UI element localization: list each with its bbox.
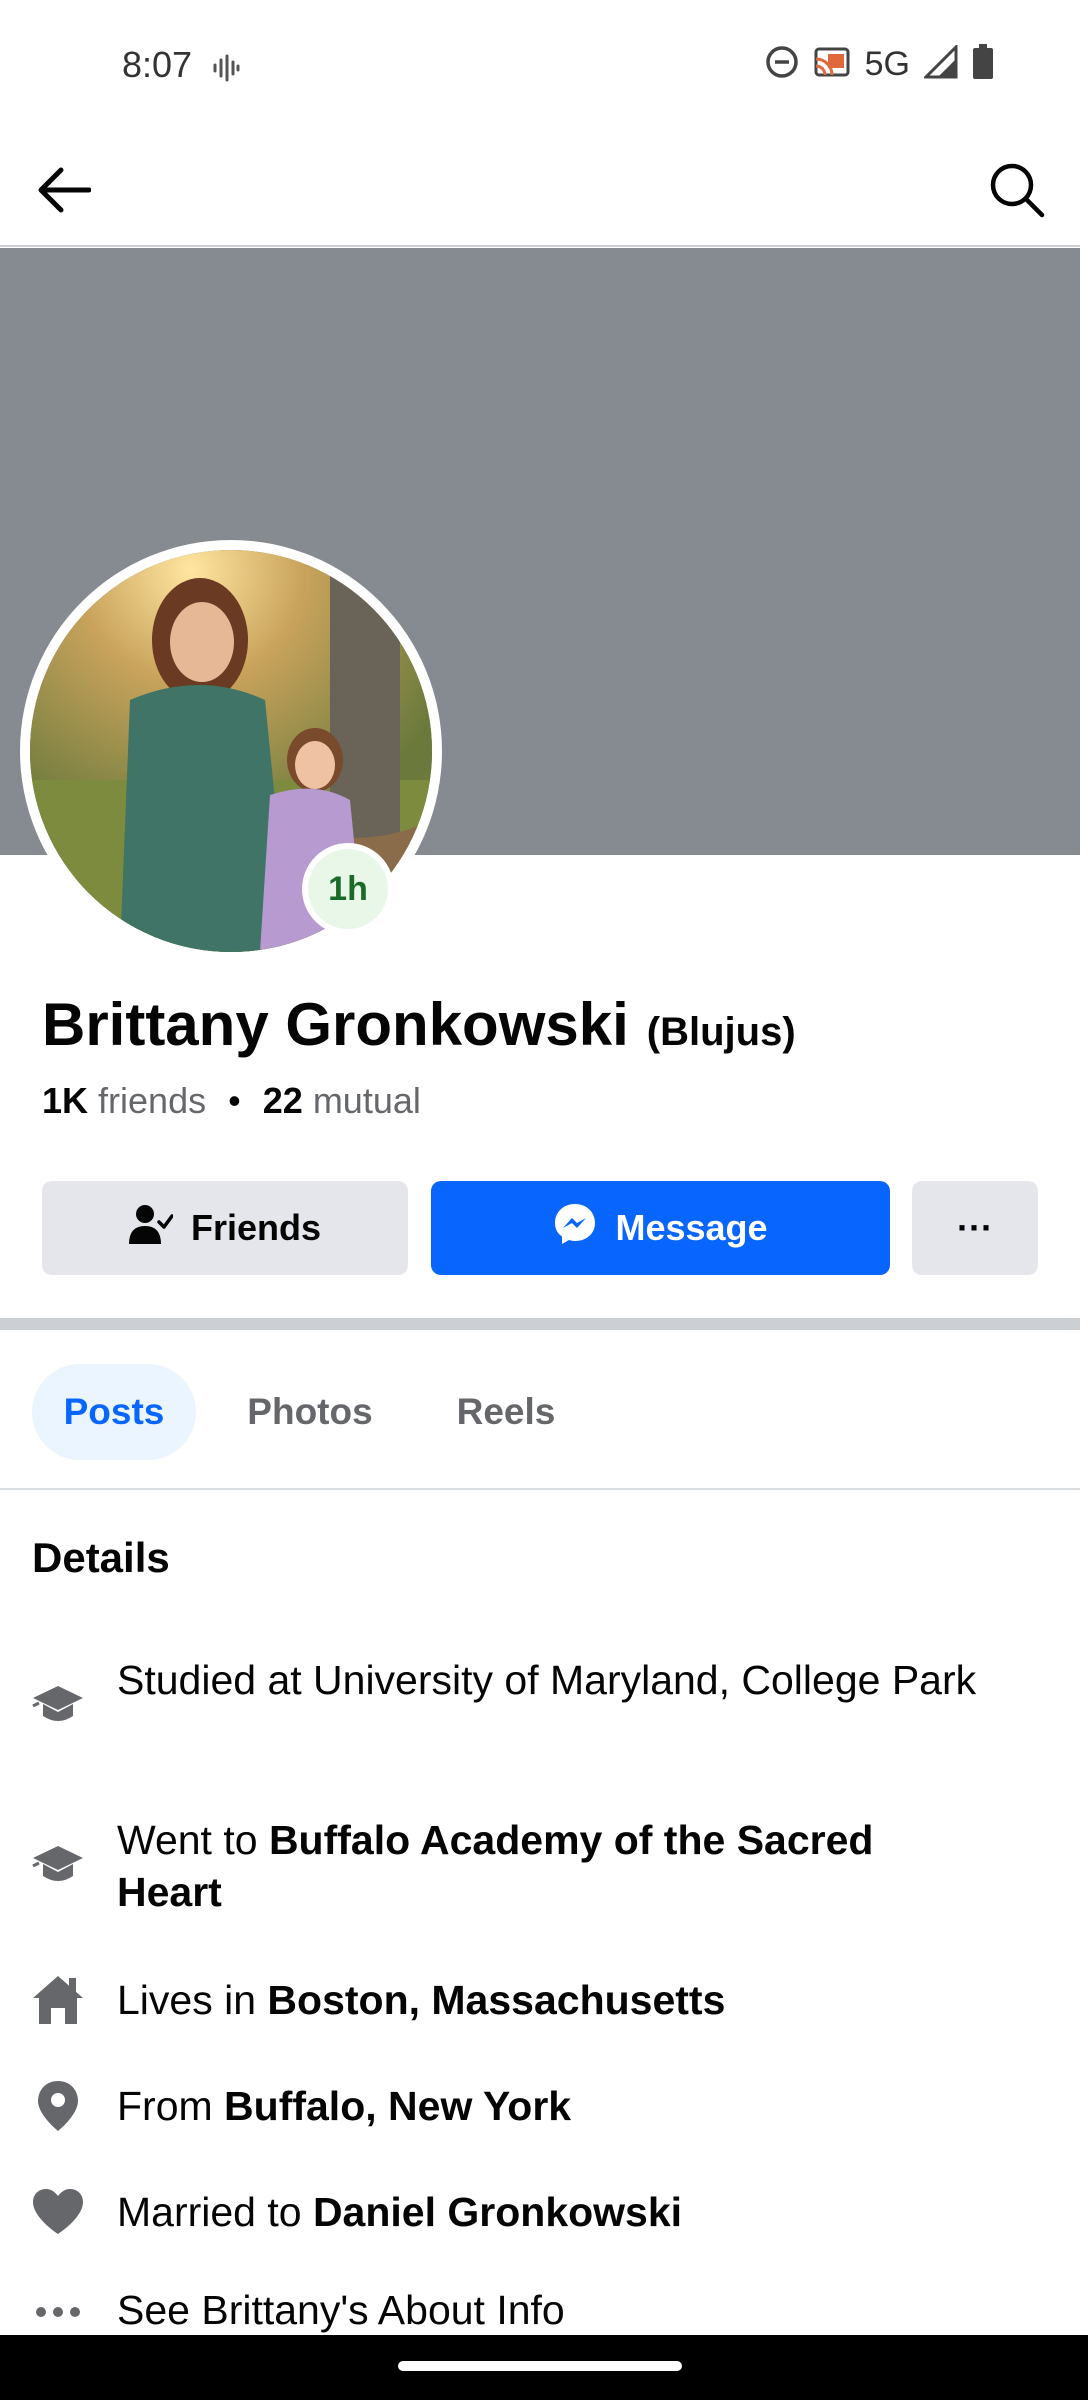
cast-icon (813, 46, 851, 83)
detail-text: From Buffalo, New York (117, 2083, 572, 2129)
detail-education-college[interactable]: Studied at University of Maryland, Colle… (0, 1652, 1080, 1762)
home-icon (30, 1972, 86, 2028)
profile-name: Brittany Gronkowski (42, 991, 629, 1058)
spouse-name[interactable]: Daniel Gronkowski (313, 2189, 682, 2235)
top-nav (0, 135, 1080, 247)
profile-tabs: Posts Photos Reels (0, 1330, 1080, 1490)
messenger-icon (553, 1202, 597, 1255)
friends-label: friends (98, 1080, 207, 1121)
graduation-cap-icon (30, 1679, 86, 1735)
more-options-button[interactable]: ··· (912, 1181, 1038, 1275)
status-time: 8:07 (122, 44, 193, 85)
mutual-label: mutual (312, 1080, 421, 1121)
friends-count: 1K (42, 1080, 89, 1121)
detail-relationship[interactable]: Married to Daniel Gronkowski (0, 2182, 1080, 2242)
search-icon[interactable] (984, 157, 1050, 223)
friends-button-label: Friends (190, 1207, 322, 1248)
signal-icon (922, 43, 958, 84)
detail-from[interactable]: From Buffalo, New York (0, 2076, 1080, 2136)
story-badge[interactable]: 1h (302, 843, 394, 935)
tab-reels[interactable]: Reels (444, 1364, 568, 1460)
voice-wave-icon (212, 54, 240, 87)
mutual-count: 22 (262, 1080, 303, 1121)
friend-stats[interactable]: 1K friends • 22 mutual (42, 1080, 421, 1122)
screen-edge (1080, 0, 1088, 2400)
details-title: Details (32, 1534, 170, 1581)
detail-text: See Brittany's About Info (117, 2287, 565, 2333)
detail-text: Married to Daniel Gronkowski (117, 2189, 683, 2235)
heart-icon (30, 2184, 86, 2240)
message-button[interactable]: Message (431, 1181, 890, 1275)
status-icons: 5G (765, 43, 994, 85)
graduation-cap-icon (30, 1839, 86, 1895)
do-not-disturb-icon (765, 45, 799, 84)
arrow-left-icon[interactable] (30, 157, 96, 223)
city-name[interactable]: Boston, Massachusetts (267, 1977, 725, 2023)
location-pin-icon (30, 2078, 86, 2134)
message-button-label: Message (615, 1207, 768, 1248)
profile-name-row: Brittany Gronkowski (Blujus) (42, 990, 796, 1059)
friends-button[interactable]: Friends (42, 1181, 408, 1275)
detail-text: Went to Buffalo Academy of the Sacred He… (117, 1817, 874, 1915)
hometown-name[interactable]: Buffalo, New York (224, 2083, 571, 2129)
stats-separator: • (228, 1080, 241, 1121)
detail-lives-in[interactable]: Lives in Boston, Massachusetts (0, 1970, 1080, 2030)
tab-posts[interactable]: Posts (32, 1364, 196, 1460)
detail-education-school[interactable]: Went to Buffalo Academy of the Sacred He… (0, 1812, 1080, 1922)
see-about-info[interactable]: See Brittany's About Info (0, 2284, 1080, 2335)
detail-text: Studied at University of Maryland, Colle… (117, 1657, 977, 1703)
more-dots-icon (30, 2284, 86, 2335)
network-label: 5G (864, 45, 910, 83)
more-dots-icon: ··· (957, 1207, 993, 1248)
detail-text: Lives in Boston, Massachusetts (117, 1977, 726, 2023)
home-gesture-handle[interactable] (398, 2361, 682, 2371)
tab-photos[interactable]: Photos (236, 1364, 384, 1460)
friend-check-icon (128, 1204, 174, 1253)
section-divider (0, 1318, 1080, 1330)
alternate-name: (Blujus) (646, 1010, 796, 1054)
battery-icon (972, 44, 994, 85)
profile-screen: 8:07 5G 1h Brittany Gronkowski (Blujus) … (0, 0, 1080, 2335)
status-bar: 8:07 5G (0, 0, 1080, 135)
